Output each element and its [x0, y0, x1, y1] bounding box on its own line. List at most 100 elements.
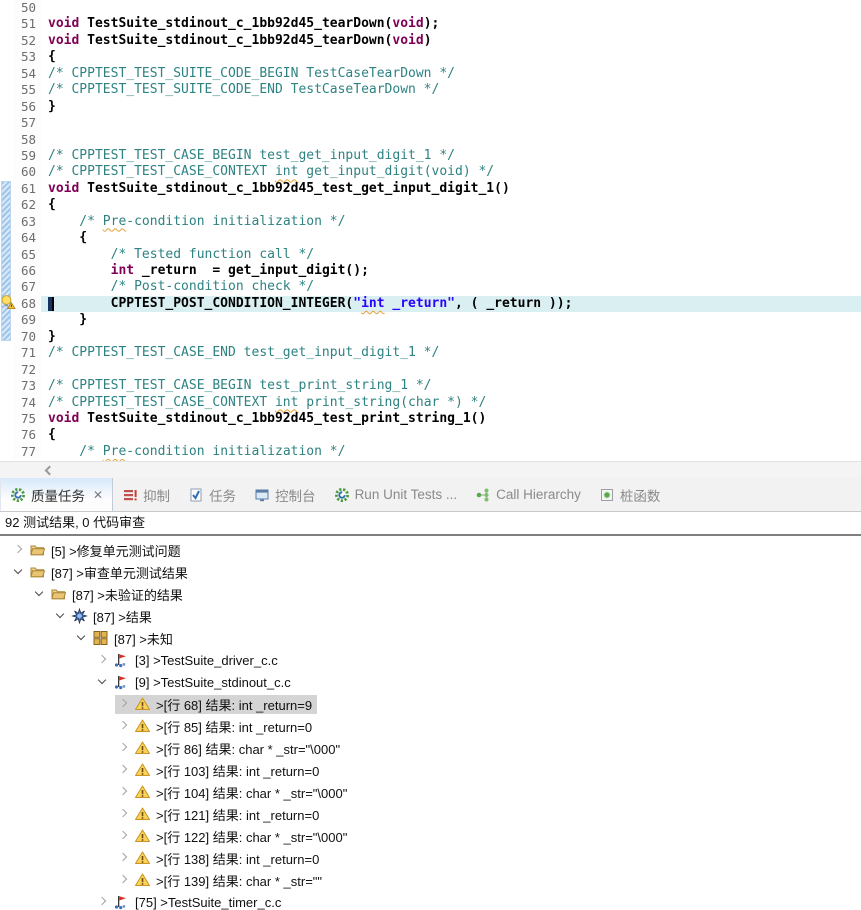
- chevron-right-icon[interactable]: [115, 806, 132, 822]
- code-text[interactable]: {: [41, 197, 861, 213]
- code-editor[interactable]: 5051void TestSuite_stdinout_c_1bb92d45_t…: [0, 0, 861, 478]
- code-text[interactable]: /* CPPTEST_TEST_CASE_END test_get_input_…: [41, 345, 861, 361]
- editor-line[interactable]: 69 }: [0, 312, 861, 328]
- editor-line[interactable]: 54/* CPPTEST_TEST_SUITE_CODE_BEGIN TestC…: [0, 66, 861, 82]
- chevron-right-icon[interactable]: [115, 740, 132, 756]
- view-tab-suppress[interactable]: 抑制: [113, 478, 179, 511]
- scroll-left-arrow-icon[interactable]: [45, 466, 55, 476]
- editor-line[interactable]: 64 {: [0, 230, 861, 246]
- editor-horizontal-scrollbar[interactable]: [0, 461, 861, 478]
- editor-line[interactable]: 75void TestSuite_stdinout_c_1bb92d45_tes…: [0, 411, 861, 427]
- chevron-right-icon[interactable]: [115, 850, 132, 866]
- chevron-right-icon[interactable]: [115, 762, 132, 778]
- chevron-down-icon[interactable]: [94, 674, 111, 690]
- chevron-right-icon[interactable]: [115, 828, 132, 844]
- tree-row[interactable]: [87] >结果: [0, 605, 861, 627]
- gutter-marker-cell[interactable]: [0, 66, 13, 82]
- chevron-right-icon[interactable]: [10, 542, 27, 558]
- editor-line[interactable]: 76{: [0, 427, 861, 443]
- code-text[interactable]: CPPTEST_POST_CONDITION_INTEGER("int _ret…: [41, 296, 861, 312]
- gutter-marker-cell[interactable]: [0, 362, 13, 378]
- editor-line[interactable]: 56}: [0, 99, 861, 115]
- quickfix-bulb-warning-icon[interactable]: [0, 294, 16, 310]
- code-text[interactable]: }: [41, 99, 861, 115]
- tree-row[interactable]: [5] >修复单元测试问题: [0, 539, 861, 561]
- editor-line[interactable]: 67 /* Post-condition check */: [0, 279, 861, 295]
- editor-line[interactable]: 50: [0, 0, 861, 16]
- code-text[interactable]: [41, 132, 861, 148]
- editor-line[interactable]: 51void TestSuite_stdinout_c_1bb92d45_tea…: [0, 16, 861, 32]
- editor-line[interactable]: 72: [0, 362, 861, 378]
- gutter-marker-cell[interactable]: [0, 395, 13, 411]
- code-text[interactable]: /* CPPTEST_TEST_SUITE_CODE_END TestCaseT…: [41, 82, 861, 98]
- code-text[interactable]: {: [41, 427, 861, 443]
- gutter-marker-cell[interactable]: [0, 16, 13, 32]
- gutter-marker-cell[interactable]: [0, 148, 13, 164]
- editor-line[interactable]: 61void TestSuite_stdinout_c_1bb92d45_tes…: [0, 181, 861, 197]
- tree-row[interactable]: >[行 86] 结果: char * _str="\000": [0, 737, 861, 759]
- chevron-right-icon[interactable]: [115, 696, 132, 712]
- chevron-right-icon[interactable]: [115, 718, 132, 734]
- gutter-marker-cell[interactable]: [0, 0, 13, 16]
- editor-line[interactable]: 66 int _return = get_input_digit();: [0, 263, 861, 279]
- editor-line[interactable]: 65 /* Tested function call */: [0, 247, 861, 263]
- code-text[interactable]: /* Pre-condition initialization */: [41, 214, 861, 230]
- code-text[interactable]: /* CPPTEST_TEST_CASE_BEGIN test_get_inpu…: [41, 148, 861, 164]
- gutter-marker-cell[interactable]: [0, 132, 13, 148]
- tree-row[interactable]: >[行 121] 结果: int _return=0: [0, 803, 861, 825]
- gutter-marker-cell[interactable]: [0, 115, 13, 131]
- tree-row[interactable]: >[行 139] 结果: char * _str="": [0, 869, 861, 891]
- code-text[interactable]: [41, 0, 861, 16]
- chevron-down-icon[interactable]: [52, 608, 69, 624]
- code-text[interactable]: {: [41, 49, 861, 65]
- editor-line[interactable]: 59/* CPPTEST_TEST_CASE_BEGIN test_get_in…: [0, 148, 861, 164]
- gutter-marker-cell[interactable]: [0, 82, 13, 98]
- tree-row[interactable]: [87] >未知: [0, 627, 861, 649]
- gutter-marker-cell[interactable]: [0, 345, 13, 361]
- chevron-down-icon[interactable]: [10, 564, 27, 580]
- gutter-marker-cell[interactable]: [0, 444, 13, 460]
- code-text[interactable]: [41, 115, 861, 131]
- tree-row[interactable]: [3] >TestSuite_driver_c.c: [0, 649, 861, 671]
- editor-line[interactable]: 73/* CPPTEST_TEST_CASE_BEGIN test_print_…: [0, 378, 861, 394]
- editor-line[interactable]: 52void TestSuite_stdinout_c_1bb92d45_tea…: [0, 33, 861, 49]
- gutter-marker-cell[interactable]: [0, 411, 13, 427]
- gutter-marker-cell[interactable]: [0, 33, 13, 49]
- view-tab-cpptest[interactable]: Run Unit Tests ...: [325, 478, 467, 511]
- editor-line[interactable]: 58: [0, 132, 861, 148]
- tree-row[interactable]: >[行 68] 结果: int _return=9: [0, 693, 861, 715]
- editor-line[interactable]: 71/* CPPTEST_TEST_CASE_END test_get_inpu…: [0, 345, 861, 361]
- chevron-right-icon[interactable]: [115, 872, 132, 888]
- tree-row[interactable]: >[行 138] 结果: int _return=0: [0, 847, 861, 869]
- editor-line[interactable]: 68 CPPTEST_POST_CONDITION_INTEGER("int _…: [0, 296, 861, 312]
- code-text[interactable]: /* CPPTEST_TEST_SUITE_CODE_BEGIN TestCas…: [41, 66, 861, 82]
- editor-line[interactable]: 57: [0, 115, 861, 131]
- close-icon[interactable]: ✕: [93, 488, 103, 502]
- code-text[interactable]: void TestSuite_stdinout_c_1bb92d45_tearD…: [41, 33, 861, 49]
- tree-row[interactable]: >[行 85] 结果: int _return=0: [0, 715, 861, 737]
- code-text[interactable]: /* CPPTEST_TEST_CASE_CONTEXT int get_inp…: [41, 164, 861, 180]
- code-text[interactable]: {: [41, 230, 861, 246]
- gutter-marker-cell[interactable]: [0, 378, 13, 394]
- code-text[interactable]: /* Tested function call */: [41, 247, 861, 263]
- code-text[interactable]: /* CPPTEST_TEST_CASE_CONTEXT int print_s…: [41, 395, 861, 411]
- tree-row[interactable]: >[行 103] 结果: int _return=0: [0, 759, 861, 781]
- chevron-right-icon[interactable]: [115, 784, 132, 800]
- code-text[interactable]: int _return = get_input_digit();: [41, 263, 861, 279]
- code-text[interactable]: /* CPPTEST_TEST_CASE_BEGIN test_print_st…: [41, 378, 861, 394]
- tree-row[interactable]: >[行 104] 结果: char * _str="\000": [0, 781, 861, 803]
- gutter-marker-cell[interactable]: [0, 99, 13, 115]
- editor-line[interactable]: 62{: [0, 197, 861, 213]
- tree-row[interactable]: >[行 122] 结果: char * _str="\000": [0, 825, 861, 847]
- chevron-down-icon[interactable]: [73, 630, 90, 646]
- tree-row[interactable]: [87] >审查单元测试结果: [0, 561, 861, 583]
- editor-line[interactable]: 77 /* Pre-condition initialization */: [0, 444, 861, 460]
- code-text[interactable]: void TestSuite_stdinout_c_1bb92d45_tearD…: [41, 16, 861, 32]
- tree-row[interactable]: [87] >未验证的结果: [0, 583, 861, 605]
- chevron-right-icon[interactable]: [94, 652, 111, 668]
- editor-line[interactable]: 55/* CPPTEST_TEST_SUITE_CODE_END TestCas…: [0, 82, 861, 98]
- gutter-marker-cell[interactable]: [0, 49, 13, 65]
- code-text[interactable]: /* Post-condition check */: [41, 279, 861, 295]
- editor-line[interactable]: 53{: [0, 49, 861, 65]
- code-text[interactable]: void TestSuite_stdinout_c_1bb92d45_test_…: [41, 181, 861, 197]
